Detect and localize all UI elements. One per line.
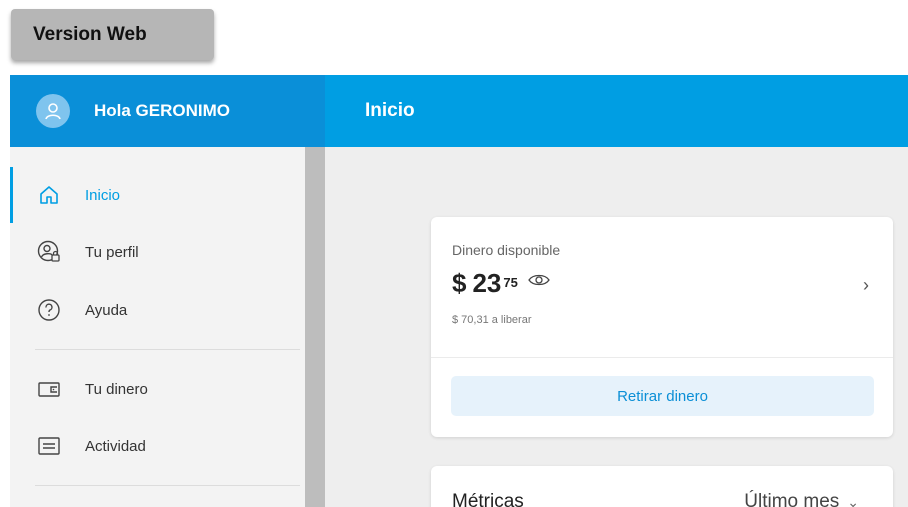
chevron-down-icon: ⌄ bbox=[847, 493, 859, 507]
sidebar-item-label: Tu perfil bbox=[85, 243, 139, 261]
sidebar-item-tu-dinero[interactable]: Tu dinero bbox=[10, 361, 305, 417]
page-title: Inicio bbox=[365, 100, 415, 121]
balance-amount: $ 23 75 bbox=[452, 268, 550, 299]
top-bar: Hola GERONIMO Inicio bbox=[10, 75, 908, 147]
metrics-range-dropdown[interactable]: Último mes ⌄ bbox=[744, 491, 859, 507]
sidebar-scrollbar[interactable] bbox=[305, 147, 325, 507]
sidebar-divider bbox=[35, 349, 300, 350]
sidebar-divider bbox=[35, 485, 300, 486]
profile-lock-icon bbox=[37, 240, 61, 264]
sidebar-item-label: Inicio bbox=[85, 186, 121, 204]
sidebar-item-actividad[interactable]: Actividad bbox=[10, 418, 305, 474]
activity-list-icon bbox=[37, 434, 61, 458]
sidebar: Inicio Tu perfil Ayuda Tu dinero Activid… bbox=[10, 147, 305, 507]
sidebar-item-inicio[interactable]: Inicio bbox=[10, 167, 305, 223]
chevron-right-icon[interactable]: › bbox=[863, 275, 869, 296]
sidebar-item-ayuda[interactable]: Ayuda bbox=[10, 282, 305, 338]
balance-label: Dinero disponible bbox=[452, 242, 561, 258]
balance-cents: 75 bbox=[503, 275, 518, 290]
version-web-text: Version Web bbox=[33, 23, 147, 45]
balance-integer: 23 bbox=[472, 268, 502, 298]
app-window: Hola GERONIMO Inicio Inicio Tu perfil Ay… bbox=[10, 75, 908, 507]
greeting: Hola GERONIMO bbox=[94, 101, 231, 120]
balance-currency: $ bbox=[452, 268, 467, 298]
main-content: Dinero disponible $ 23 75 › $ 70,31 a li… bbox=[325, 147, 908, 507]
sidebar-item-label: Tu dinero bbox=[85, 380, 148, 398]
avatar[interactable] bbox=[36, 94, 70, 128]
sidebar-item-tu-perfil[interactable]: Tu perfil bbox=[10, 224, 305, 280]
home-icon bbox=[37, 183, 61, 207]
sidebar-item-label: Actividad bbox=[85, 437, 146, 455]
version-web-label: Version Web bbox=[11, 9, 214, 60]
user-header[interactable]: Hola GERONIMO bbox=[10, 75, 325, 147]
wallet-icon bbox=[37, 377, 61, 401]
eye-icon[interactable] bbox=[528, 273, 550, 292]
card-divider bbox=[431, 357, 893, 358]
pending-amount: $ 70,31 a liberar bbox=[452, 314, 532, 326]
metrics-card: Métricas Último mes ⌄ bbox=[431, 466, 893, 507]
help-icon bbox=[37, 298, 61, 322]
user-icon bbox=[45, 103, 61, 120]
metrics-title: Métricas bbox=[452, 491, 524, 507]
balance-card[interactable]: Dinero disponible $ 23 75 › $ 70,31 a li… bbox=[431, 217, 893, 437]
metrics-range-value: Último mes bbox=[744, 491, 840, 507]
sidebar-item-label: Ayuda bbox=[85, 301, 128, 319]
withdraw-button[interactable]: Retirar dinero bbox=[451, 376, 874, 416]
